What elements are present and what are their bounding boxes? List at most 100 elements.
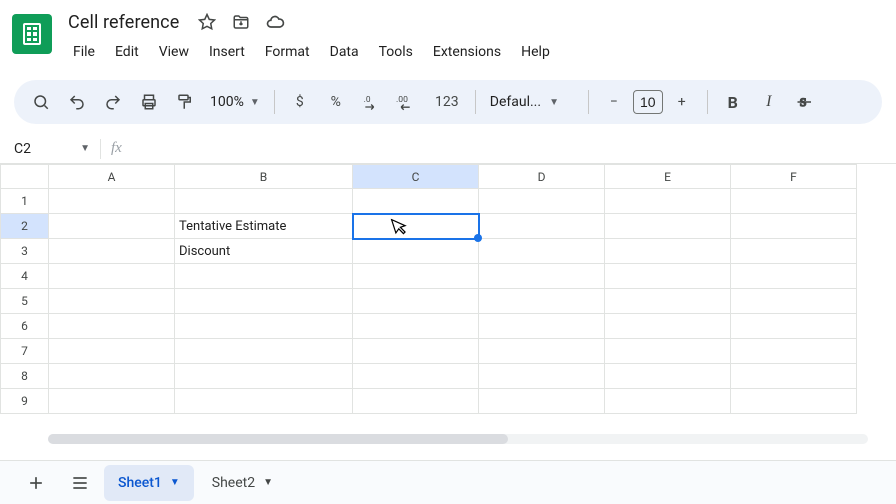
cell[interactable] — [479, 389, 605, 414]
redo-icon[interactable] — [96, 86, 130, 118]
cell[interactable] — [49, 364, 175, 389]
cell[interactable] — [731, 364, 857, 389]
cell-selected[interactable] — [353, 214, 479, 239]
cell[interactable] — [479, 289, 605, 314]
decrease-decimal-button[interactable]: .0 — [355, 86, 389, 118]
cell[interactable] — [479, 314, 605, 339]
menu-view[interactable]: View — [150, 40, 198, 64]
doc-title[interactable]: Cell reference — [64, 12, 183, 33]
cell[interactable] — [479, 189, 605, 214]
percent-button[interactable]: % — [319, 86, 353, 118]
cell[interactable] — [731, 314, 857, 339]
cell[interactable] — [605, 389, 731, 414]
cell[interactable] — [49, 264, 175, 289]
cell[interactable] — [479, 239, 605, 264]
cell[interactable]: Tentative Estimate — [175, 214, 353, 239]
cell[interactable] — [353, 364, 479, 389]
cell[interactable] — [353, 289, 479, 314]
cloud-status-icon[interactable] — [265, 12, 285, 32]
cell[interactable] — [175, 364, 353, 389]
cell[interactable] — [605, 264, 731, 289]
cell[interactable] — [479, 364, 605, 389]
row-header[interactable]: 6 — [1, 314, 49, 339]
paint-format-icon[interactable] — [168, 86, 202, 118]
col-header[interactable]: A — [49, 165, 175, 189]
cell[interactable] — [731, 239, 857, 264]
cell[interactable] — [49, 339, 175, 364]
col-header[interactable]: E — [605, 165, 731, 189]
cell[interactable] — [731, 189, 857, 214]
increase-font-size-button[interactable]: + — [665, 86, 699, 118]
cell[interactable] — [479, 214, 605, 239]
horizontal-scrollbar[interactable] — [48, 434, 868, 444]
row-header[interactable]: 7 — [1, 339, 49, 364]
cell[interactable] — [175, 339, 353, 364]
cell[interactable] — [353, 314, 479, 339]
cell[interactable]: Discount — [175, 239, 353, 264]
cell[interactable] — [731, 289, 857, 314]
cell[interactable] — [605, 239, 731, 264]
cell[interactable] — [353, 189, 479, 214]
cell[interactable] — [353, 239, 479, 264]
font-select[interactable]: Defaul... ▼ — [484, 94, 580, 110]
add-sheet-button[interactable] — [16, 465, 56, 501]
row-header[interactable]: 9 — [1, 389, 49, 414]
italic-button[interactable]: I — [752, 86, 786, 118]
cell[interactable] — [605, 314, 731, 339]
cell[interactable] — [175, 289, 353, 314]
cell[interactable] — [353, 389, 479, 414]
col-header[interactable]: D — [479, 165, 605, 189]
print-icon[interactable] — [132, 86, 166, 118]
spreadsheet-grid[interactable]: A B C D E F 1 2 Tentative Estimate 3 — [0, 164, 857, 414]
caret-down-icon[interactable]: ▼ — [263, 477, 273, 488]
number-format-button[interactable]: 123 — [427, 86, 467, 118]
cell[interactable] — [353, 339, 479, 364]
cell[interactable] — [605, 364, 731, 389]
row-header[interactable]: 5 — [1, 289, 49, 314]
currency-button[interactable]: $ — [283, 86, 317, 118]
select-all-corner[interactable] — [1, 165, 49, 189]
cell[interactable] — [175, 314, 353, 339]
strike-button[interactable]: S — [788, 86, 822, 118]
formula-bar-input[interactable] — [132, 134, 896, 163]
cell[interactable] — [731, 214, 857, 239]
row-header[interactable]: 2 — [1, 214, 49, 239]
decrease-font-size-button[interactable]: − — [597, 86, 631, 118]
move-icon[interactable] — [231, 12, 251, 32]
cell[interactable] — [49, 214, 175, 239]
cell[interactable] — [353, 264, 479, 289]
cell[interactable] — [605, 214, 731, 239]
menu-format[interactable]: Format — [256, 40, 319, 64]
cell[interactable] — [731, 339, 857, 364]
sheet-tab-active[interactable]: Sheet1 ▼ — [104, 465, 194, 501]
row-header[interactable]: 4 — [1, 264, 49, 289]
search-menus-icon[interactable] — [24, 86, 58, 118]
cell[interactable] — [49, 389, 175, 414]
menu-insert[interactable]: Insert — [200, 40, 254, 64]
name-box[interactable]: C2 ▼ — [0, 141, 100, 157]
increase-decimal-button[interactable]: .00 — [391, 86, 425, 118]
col-header[interactable]: B — [175, 165, 353, 189]
cell[interactable] — [479, 339, 605, 364]
menu-extensions[interactable]: Extensions — [424, 40, 510, 64]
cell[interactable] — [49, 314, 175, 339]
row-header[interactable]: 8 — [1, 364, 49, 389]
cell[interactable] — [731, 389, 857, 414]
cell[interactable] — [605, 289, 731, 314]
zoom-select[interactable]: 100% ▼ — [204, 94, 266, 110]
cell[interactable] — [731, 264, 857, 289]
horizontal-scrollbar-thumb[interactable] — [48, 434, 508, 444]
cell[interactable] — [175, 389, 353, 414]
cell[interactable] — [605, 189, 731, 214]
cell[interactable] — [479, 264, 605, 289]
cell[interactable] — [175, 264, 353, 289]
bold-button[interactable]: B — [716, 86, 750, 118]
menu-tools[interactable]: Tools — [370, 40, 422, 64]
col-header[interactable]: C — [353, 165, 479, 189]
cell[interactable] — [49, 289, 175, 314]
col-header[interactable]: F — [731, 165, 857, 189]
font-size-input[interactable] — [633, 90, 663, 114]
sheet-tab[interactable]: Sheet2 ▼ — [198, 465, 287, 501]
cell[interactable] — [49, 239, 175, 264]
cell[interactable] — [49, 189, 175, 214]
